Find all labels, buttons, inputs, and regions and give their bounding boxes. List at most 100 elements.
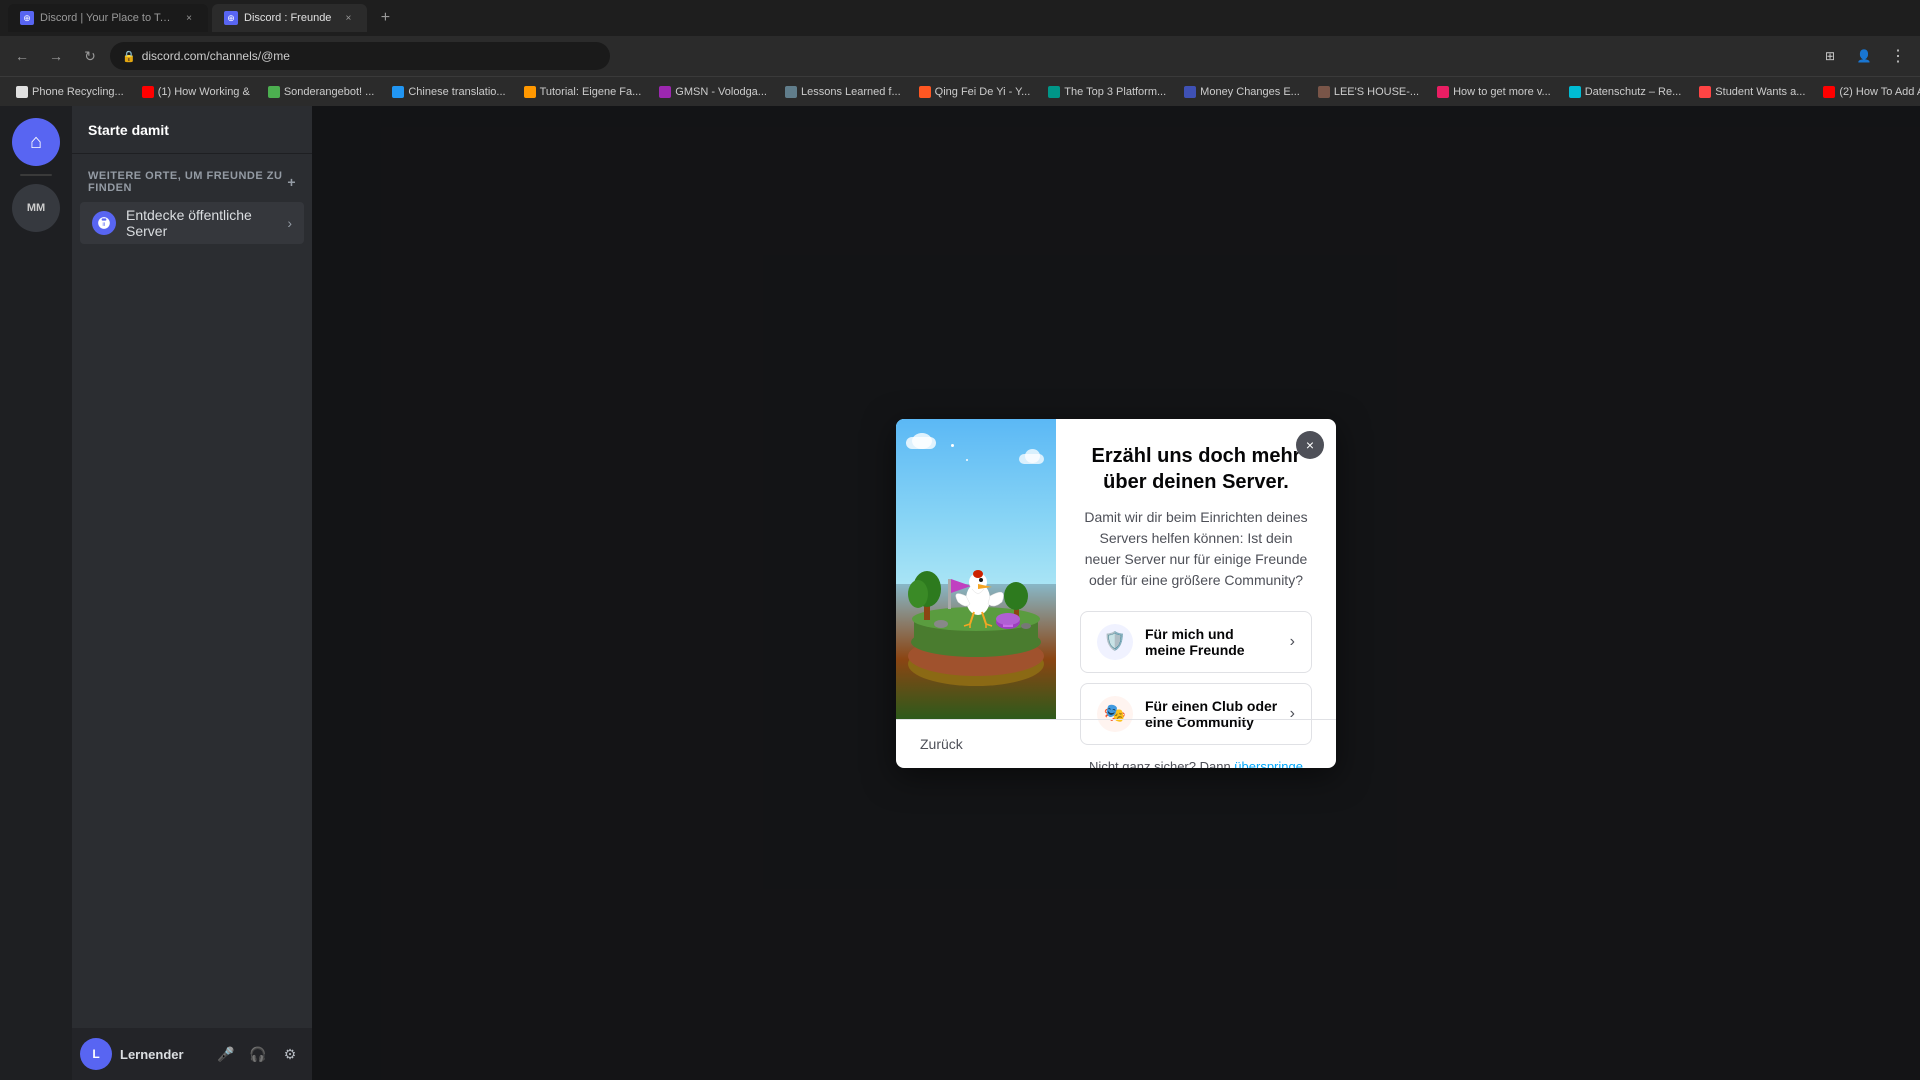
modal-title: Erzähl uns doch mehr über deinen Server. [1080,443,1312,495]
bookmark-1-favicon [16,86,28,98]
sidebar-header-text: Starte damit [88,122,169,138]
guild-server-icon-1[interactable]: MM [12,184,60,232]
tab-1-close[interactable]: × [182,11,196,25]
address-bar[interactable]: 🔒 discord.com/channels/@me [110,42,610,70]
bookmark-11-label: LEE'S HOUSE-... [1334,86,1419,98]
bookmark-4[interactable]: Chinese translatio... [384,81,513,103]
user-info: Lernender [120,1047,204,1062]
section-add-icon[interactable]: + [287,174,296,190]
forward-button[interactable]: → [42,42,70,70]
bookmark-14-label: Student Wants a... [1715,86,1805,98]
bookmark-5-favicon [524,86,536,98]
bookmark-13-label: Datenschutz – Re... [1585,86,1682,98]
bookmark-15-favicon [1823,86,1835,98]
reload-button[interactable]: ↻ [76,42,104,70]
main-content: × [312,106,1920,1080]
bookmark-3-favicon [268,86,280,98]
bookmarks-bar: Phone Recycling... (1) How Working & Son… [0,76,1920,106]
friends-option-label: Für mich und meine Freunde [1145,626,1278,658]
server-divider [20,174,52,176]
user-avatar: L [80,1038,112,1070]
bookmark-10-label: Money Changes E... [1200,86,1300,98]
friends-icon: 🛡️ [1097,624,1133,660]
modal-illustration [896,419,1056,719]
modal-description: Damit wir dir beim Einrichten deines Ser… [1080,507,1312,591]
bookmark-6-favicon [659,86,671,98]
bookmark-9-label: The Top 3 Platform... [1064,86,1166,98]
section-title-text: WEITERE ORTE, UM FREUNDE ZU FINDEN [88,170,287,194]
bookmark-5[interactable]: Tutorial: Eigene Fa... [516,81,650,103]
tab-1-favicon: ⊕ [20,11,34,25]
discord-app: ⌂ MM Starte damit WEITERE ORTE, UM FREUN… [0,106,1920,1080]
home-server-icon[interactable]: ⌂ [12,118,60,166]
user-controls: 🎤 🎧 ⚙ [212,1040,304,1068]
tab-bar: ⊕ Discord | Your Place to Talk a... × ⊕ … [0,0,1920,36]
bookmark-1[interactable]: Phone Recycling... [8,81,132,103]
browser-chrome: ⊕ Discord | Your Place to Talk a... × ⊕ … [0,0,1920,106]
tab-2-close[interactable]: × [341,11,355,25]
discover-servers-item[interactable]: Entdecke öffentliche Server › [80,202,304,244]
bookmark-5-label: Tutorial: Eigene Fa... [540,86,642,98]
bookmark-6-label: GMSN - Volodga... [675,86,767,98]
bookmark-15[interactable]: (2) How To Add A... [1815,81,1920,103]
modal-layout: Erzähl uns doch mehr über deinen Server.… [896,419,1336,719]
headphones-button[interactable]: 🎧 [244,1040,272,1068]
bookmark-1-label: Phone Recycling... [32,86,124,98]
tab-2-title: Discord : Freunde [244,12,331,24]
bookmark-2-favicon [142,86,154,98]
server-sidebar: ⌂ MM [0,106,72,1080]
tab-1[interactable]: ⊕ Discord | Your Place to Talk a... × [8,4,208,32]
bookmark-8-label: Qing Fei De Yi - Y... [935,86,1031,98]
bookmark-11[interactable]: LEE'S HOUSE-... [1310,81,1427,103]
modal-content-area: Erzähl uns doch mehr über deinen Server.… [1056,419,1336,719]
bookmark-2[interactable]: (1) How Working & [134,81,258,103]
bookmark-7-label: Lessons Learned f... [801,86,901,98]
friends-option[interactable]: 🛡️ Für mich und meine Freunde › [1080,611,1312,673]
microphone-button[interactable]: 🎤 [212,1040,240,1068]
sidebar-section-title: WEITERE ORTE, UM FREUNDE ZU FINDEN + [80,170,304,194]
bookmark-14-favicon [1699,86,1711,98]
discover-arrow-icon: › [287,215,292,231]
channel-sidebar: Starte damit WEITERE ORTE, UM FREUNDE ZU… [72,106,312,1080]
username-text: Lernender [120,1047,204,1062]
bookmark-10[interactable]: Money Changes E... [1176,81,1308,103]
bookmark-12[interactable]: How to get more v... [1429,81,1559,103]
bookmark-14[interactable]: Student Wants a... [1691,81,1813,103]
bookmark-6[interactable]: GMSN - Volodga... [651,81,775,103]
tab-1-title: Discord | Your Place to Talk a... [40,12,172,24]
back-button[interactable]: ← [8,42,36,70]
modal-footer: Zurück [896,719,1336,768]
compass-icon [92,211,116,235]
bookmark-11-favicon [1318,86,1330,98]
bookmark-9-favicon [1048,86,1060,98]
bookmark-13[interactable]: Datenschutz – Re... [1561,81,1690,103]
friends-arrow-icon: › [1290,633,1295,651]
server-type-modal: × [896,419,1336,768]
bookmark-15-label: (2) How To Add A... [1839,86,1920,98]
discover-servers-label: Entdecke öffentliche Server [126,207,277,239]
settings-button[interactable]: ⚙ [276,1040,304,1068]
bookmark-12-favicon [1437,86,1449,98]
profile-button[interactable]: 👤 [1850,42,1878,70]
tab-2-favicon: ⊕ [224,11,238,25]
back-button[interactable]: Zurück [920,736,963,752]
bookmark-8[interactable]: Qing Fei De Yi - Y... [911,81,1039,103]
modal-overlay: × [312,106,1920,1080]
sidebar-section: WEITERE ORTE, UM FREUNDE ZU FINDEN + [72,154,312,198]
bookmark-7[interactable]: Lessons Learned f... [777,81,909,103]
bookmark-3-label: Sonderangebot! ... [284,86,375,98]
bookmark-13-favicon [1569,86,1581,98]
address-text: discord.com/channels/@me [142,49,290,63]
new-tab-button[interactable]: + [371,4,399,32]
bookmark-4-favicon [392,86,404,98]
address-bar-row: ← → ↻ 🔒 discord.com/channels/@me ⊞ 👤 ⋮ [0,36,1920,76]
bookmark-9[interactable]: The Top 3 Platform... [1040,81,1174,103]
bookmark-10-favicon [1184,86,1196,98]
bookmark-7-favicon [785,86,797,98]
bookmark-3[interactable]: Sonderangebot! ... [260,81,383,103]
menu-button[interactable]: ⋮ [1884,42,1912,70]
bookmark-12-label: How to get more v... [1453,86,1551,98]
extensions-button[interactable]: ⊞ [1816,42,1844,70]
tab-2[interactable]: ⊕ Discord : Freunde × [212,4,367,32]
modal-close-button[interactable]: × [1296,431,1324,459]
